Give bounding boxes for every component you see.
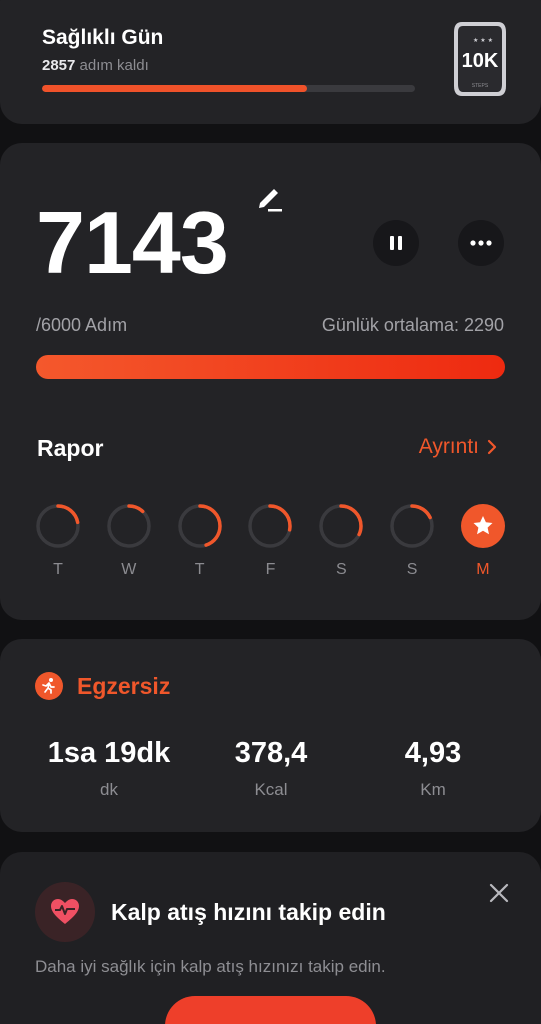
details-link[interactable]: Ayrıntı xyxy=(419,435,497,459)
heart-rate-card: Kalp atış hızını takip edin Daha iyi sağ… xyxy=(0,852,541,1024)
stat-unit: dk xyxy=(100,780,118,799)
heart-rate-icon xyxy=(35,882,95,942)
steps-progress-bar xyxy=(36,355,505,379)
more-button[interactable] xyxy=(458,220,504,266)
day-label: W xyxy=(121,561,137,578)
stat-value: 378,4 xyxy=(234,737,308,769)
day-4[interactable]: S xyxy=(306,503,376,583)
chevron-right-icon xyxy=(487,439,497,455)
close-icon[interactable] xyxy=(487,881,511,905)
day-3[interactable]: F xyxy=(235,503,305,583)
details-label: Ayrıntı xyxy=(418,435,479,458)
badge-text: 10K xyxy=(462,50,499,72)
day-label: T xyxy=(53,561,63,578)
day-6[interactable]: M xyxy=(448,503,518,583)
exercise-duration: 1sa 19dk dk xyxy=(24,737,194,800)
goal-progress-bar xyxy=(42,85,415,92)
heart-rate-title: Kalp atış hızını takip edin xyxy=(111,899,386,925)
badge-sub: STEPS xyxy=(472,83,489,89)
day-progress-ring xyxy=(177,504,222,548)
stat-unit: Kcal xyxy=(254,780,288,799)
stat-value: 1sa 19dk xyxy=(47,737,171,769)
weekly-report: TWTFSSM xyxy=(23,503,518,583)
goal-remaining-value: 2857 xyxy=(42,57,76,74)
day-label: M xyxy=(476,561,490,578)
goal-progress-fill xyxy=(42,85,307,92)
day-label: S xyxy=(406,561,418,578)
day-1[interactable]: W xyxy=(94,503,164,583)
10k-badge-icon[interactable]: ★ ★ ★ 10K STEPS xyxy=(452,18,508,100)
heart-rate-action-button[interactable] xyxy=(165,996,376,1024)
day-progress-ring xyxy=(36,504,80,548)
goal-title: Sağlıklı Gün xyxy=(42,26,164,49)
daily-average-label: Günlük ortalama: 2290 xyxy=(321,315,504,335)
goal-remaining-label: adım kaldı xyxy=(79,57,149,74)
exercise-header: Egzersiz xyxy=(35,672,170,700)
goal-remaining: 2857 adım kaldı xyxy=(42,57,149,74)
day-label: S xyxy=(335,561,347,578)
exercise-card[interactable]: Egzersiz 1sa 19dk dk 378,4 Kcal 4,93 Km xyxy=(0,639,541,832)
edit-icon[interactable] xyxy=(254,183,284,213)
day-2[interactable]: T xyxy=(165,503,235,583)
exercise-calories: 378,4 Kcal xyxy=(186,737,356,800)
pause-button[interactable] xyxy=(373,220,419,266)
day-progress-ring xyxy=(107,504,151,548)
stat-unit: Km xyxy=(420,780,446,799)
heart-rate-description: Daha iyi sağlık için kalp atış hızınızı … xyxy=(35,957,386,976)
running-icon xyxy=(35,672,63,700)
step-count: 7143 xyxy=(36,193,229,292)
healthy-day-card[interactable]: Sağlıklı Gün 2857 adım kaldı ★ ★ ★ 10K S… xyxy=(0,0,541,124)
exercise-title: Egzersiz xyxy=(77,672,171,699)
exercise-distance: 4,93 Km xyxy=(348,737,518,800)
day-5[interactable]: S xyxy=(377,503,447,583)
pause-icon xyxy=(390,236,402,250)
more-dots-icon xyxy=(470,240,492,246)
steps-card: 7143 /6000 Adım Günlük ortalama: 2290 Ra… xyxy=(0,143,541,620)
day-progress-ring xyxy=(248,504,293,548)
svg-text:★ ★ ★: ★ ★ ★ xyxy=(473,37,493,44)
day-label: T xyxy=(194,561,205,578)
report-title: Rapor xyxy=(37,435,104,461)
day-0[interactable]: T xyxy=(23,503,93,583)
stat-value: 4,93 xyxy=(404,737,462,769)
day-progress-ring xyxy=(390,504,434,548)
day-label: F xyxy=(265,561,276,578)
goal-star-icon xyxy=(460,504,505,548)
step-goal-label: /6000 Adım xyxy=(36,315,128,335)
day-progress-ring xyxy=(319,504,364,548)
